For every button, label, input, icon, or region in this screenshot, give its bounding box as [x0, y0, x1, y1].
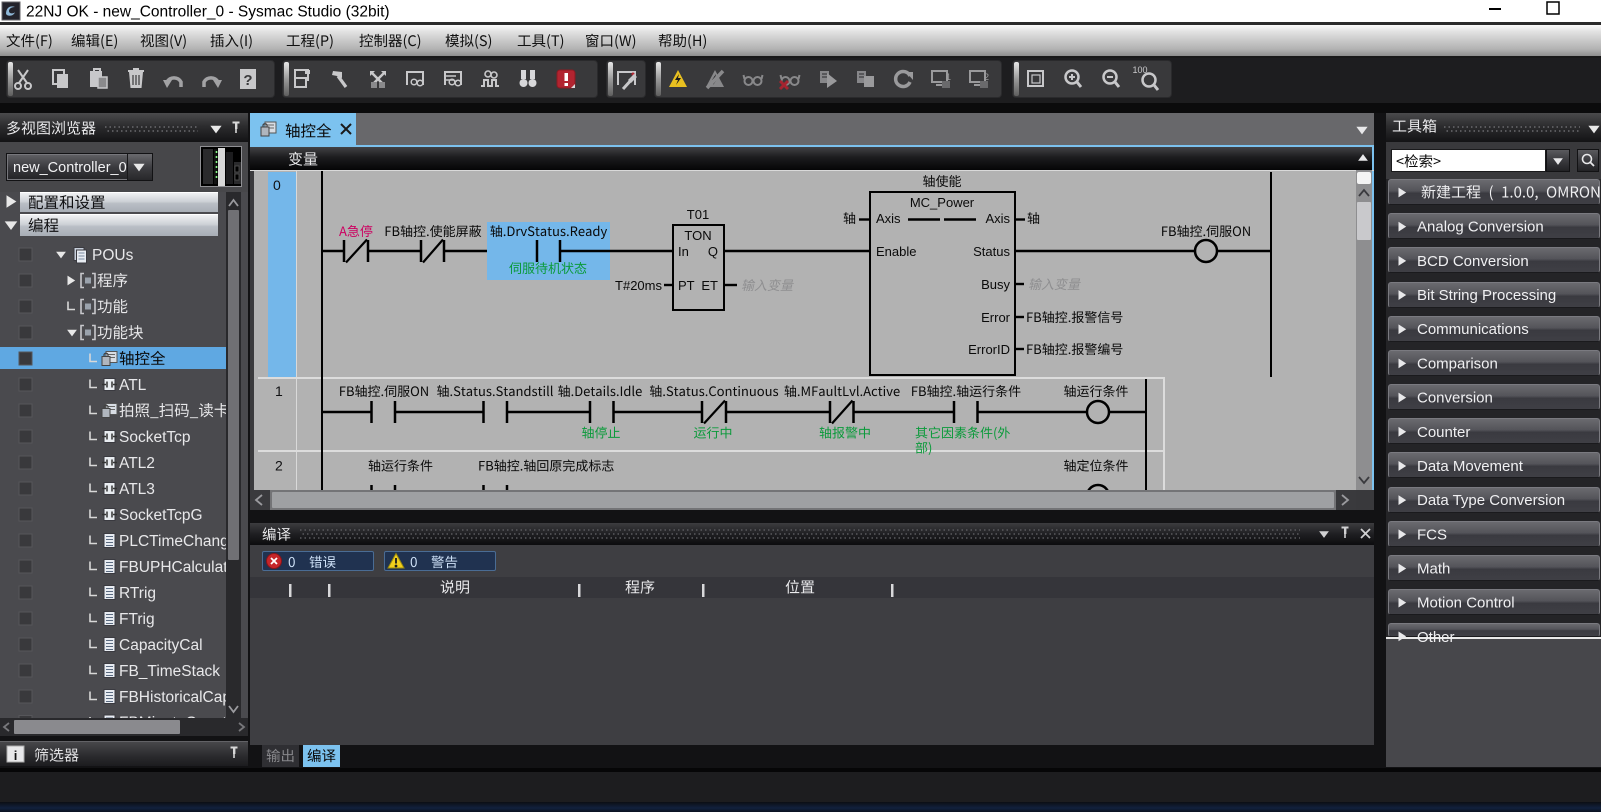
svg-text:ATL: ATL — [119, 377, 147, 394]
svg-text:Data Type Conversion: Data Type Conversion — [1417, 492, 1565, 509]
svg-text:TON: TON — [684, 228, 711, 243]
svg-text:PT: PT — [678, 278, 695, 293]
svg-text:1: 1 — [946, 72, 951, 82]
svg-text:Analog Conversion: Analog Conversion — [1417, 219, 1544, 236]
svg-text:Status: Status — [973, 244, 1010, 259]
svg-text:T01: T01 — [687, 207, 709, 222]
svg-text:In: In — [678, 244, 689, 259]
svg-text:FCS: FCS — [1417, 526, 1447, 543]
svg-text:Bit String Processing: Bit String Processing — [1417, 287, 1556, 304]
svg-text:Motion Control: Motion Control — [1417, 595, 1515, 612]
svg-text:Axis: Axis — [876, 211, 901, 226]
svg-text:ErrorID: ErrorID — [968, 342, 1010, 357]
svg-text:22NJ OK - new_Controller_0 - S: 22NJ OK - new_Controller_0 - Sysmac Stud… — [26, 4, 390, 21]
svg-text:Math: Math — [1417, 560, 1450, 577]
svg-text:FTrig: FTrig — [119, 611, 155, 628]
svg-text:FB_TimeStack: FB_TimeStack — [119, 663, 220, 680]
svg-text:PLCTimeChange: PLCTimeChange — [119, 533, 237, 550]
svg-text:POUs: POUs — [92, 247, 134, 264]
svg-text:MC_Power: MC_Power — [910, 195, 975, 210]
svg-text:BCD Conversion: BCD Conversion — [1417, 253, 1529, 270]
svg-text:ATL2: ATL2 — [119, 455, 155, 472]
svg-text:SocketTcpG: SocketTcpG — [119, 507, 203, 524]
svg-text:T#20ms: T#20ms — [615, 278, 662, 293]
svg-text:100: 100 — [1132, 65, 1147, 75]
svg-text:SocketTcp: SocketTcp — [119, 429, 191, 446]
svg-text:CapacityCal: CapacityCal — [119, 637, 203, 654]
svg-text:Counter: Counter — [1417, 424, 1470, 441]
svg-text:i: i — [14, 748, 18, 763]
svg-text:Comparison: Comparison — [1417, 355, 1498, 372]
svg-text:Axis: Axis — [985, 211, 1010, 226]
svg-text:RTrig: RTrig — [119, 585, 156, 602]
svg-text:FBMinuteCount: FBMinuteCount — [119, 715, 227, 732]
svg-text:Data Movement: Data Movement — [1417, 458, 1524, 475]
svg-text:Other: Other — [1417, 629, 1455, 646]
svg-text:0: 0 — [273, 177, 281, 193]
svg-text:2: 2 — [275, 458, 283, 474]
svg-text:ATL3: ATL3 — [119, 481, 155, 498]
svg-text:Error: Error — [981, 310, 1011, 325]
svg-text:FBUPHCalculatic: FBUPHCalculatic — [119, 559, 239, 576]
svg-text:Busy: Busy — [981, 277, 1010, 292]
svg-text:Q: Q — [708, 244, 718, 259]
svg-text:FBHistoricalCapa: FBHistoricalCapa — [119, 689, 240, 706]
svg-text:new_Controller_0: new_Controller_0 — [13, 160, 127, 176]
svg-text:ET: ET — [701, 278, 718, 293]
svg-text:?: ? — [243, 72, 252, 89]
svg-text:2: 2 — [984, 72, 989, 82]
svg-text:1: 1 — [275, 383, 283, 399]
svg-text:Conversion: Conversion — [1417, 390, 1493, 407]
svg-text:Communications: Communications — [1417, 321, 1529, 338]
svg-text:Enable: Enable — [876, 244, 916, 259]
